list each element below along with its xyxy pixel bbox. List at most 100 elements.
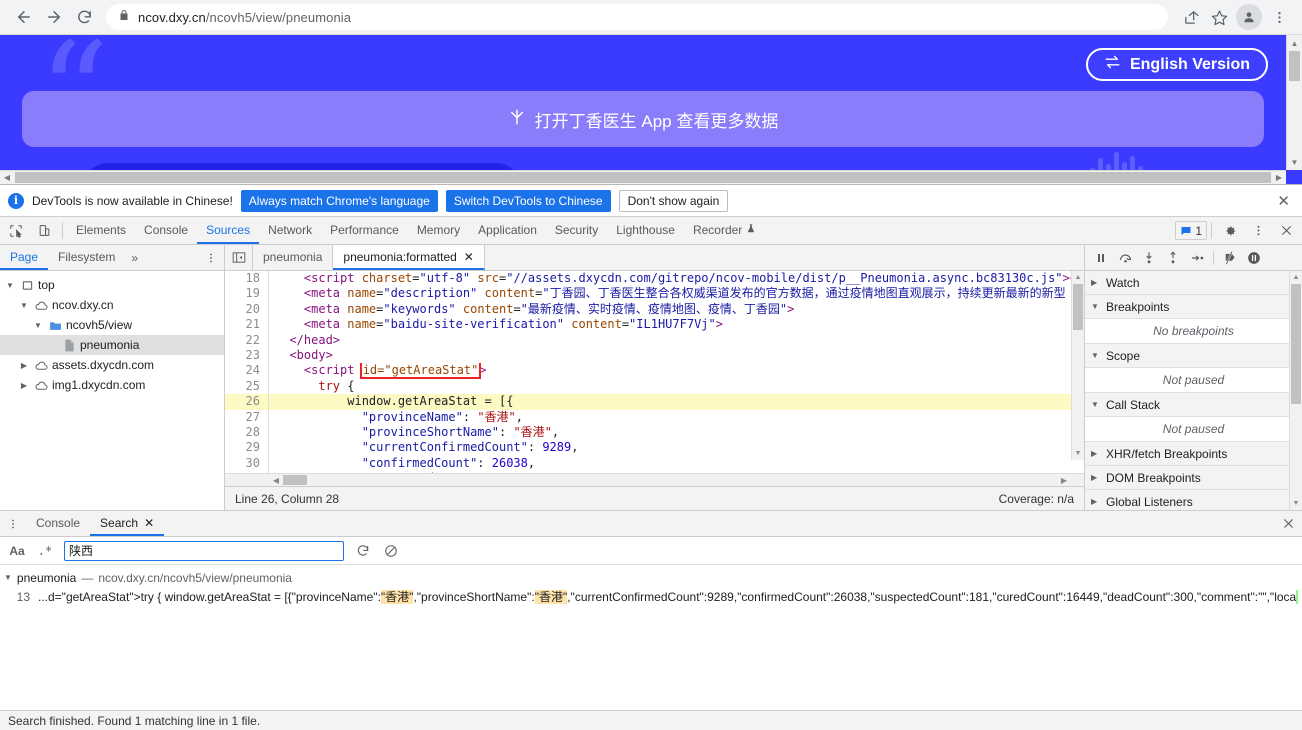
- editor-hscroll-thumb[interactable]: [283, 475, 307, 485]
- inspect-element-icon[interactable]: [2, 217, 30, 244]
- editor-tab-pneumonia-formatted[interactable]: pneumonia:formatted ✕: [333, 245, 485, 270]
- address-bar[interactable]: ncov.dxy.cn/ncovh5/view/pneumonia: [106, 4, 1168, 30]
- page-vertical-scrollbar[interactable]: ▲ ▼: [1286, 35, 1302, 170]
- code-line[interactable]: 29 "currentConfirmedCount": 9289,: [225, 440, 1084, 456]
- scroll-right-arrow-icon[interactable]: ▶: [1272, 173, 1286, 182]
- line-number[interactable]: 21: [225, 317, 269, 333]
- code-line[interactable]: 28 "provinceShortName": "香港",: [225, 424, 1084, 441]
- devtools-more-options-icon[interactable]: [1244, 217, 1272, 244]
- step-over-button[interactable]: [1114, 248, 1136, 268]
- infobar-close-icon[interactable]: ✕: [1273, 192, 1294, 210]
- tab-memory[interactable]: Memory: [408, 217, 469, 244]
- navigator-tab-filesystem[interactable]: Filesystem: [48, 245, 125, 270]
- drawer-tab-search[interactable]: Search ✕: [90, 511, 165, 536]
- code-scroll-area[interactable]: 18 <script charset="utf-8" src="//assets…: [225, 271, 1084, 473]
- line-number[interactable]: 23: [225, 347, 269, 364]
- editor-scroll-right-icon[interactable]: ▶: [1057, 476, 1071, 485]
- page-vscroll-thumb[interactable]: [1289, 51, 1300, 81]
- tab-console[interactable]: Console: [135, 217, 197, 244]
- line-number[interactable]: 26: [225, 394, 269, 410]
- chrome-menu-icon[interactable]: [1266, 4, 1292, 30]
- deactivate-breakpoints-button[interactable]: [1219, 248, 1241, 268]
- pane-scope[interactable]: ▼ Scope: [1085, 344, 1302, 368]
- show-navigator-icon[interactable]: [225, 245, 253, 270]
- search-input[interactable]: [64, 540, 344, 561]
- bookmark-star-icon[interactable]: [1206, 4, 1232, 30]
- tree-node-pneumonia[interactable]: pneumonia: [0, 335, 224, 355]
- code-editor[interactable]: 18 <script charset="utf-8" src="//assets…: [225, 271, 1084, 486]
- drawer-tab-close-icon[interactable]: ✕: [144, 516, 154, 530]
- code-line[interactable]: 26 window.getAreaStat = [{: [225, 394, 1084, 410]
- tree-node-ncovh5-view[interactable]: ▼ ncovh5/view: [0, 315, 224, 335]
- code-line[interactable]: 30 "confirmedCount": 26038,: [225, 455, 1084, 472]
- forward-button[interactable]: [40, 3, 68, 31]
- editor-tab-close-icon[interactable]: ✕: [464, 250, 474, 264]
- twisty-icon[interactable]: ▼: [18, 301, 30, 310]
- debugger-vscroll-thumb[interactable]: [1291, 284, 1301, 404]
- code-lines[interactable]: 18 <script charset="utf-8" src="//assets…: [225, 271, 1084, 473]
- code-line[interactable]: 25 try {: [225, 378, 1084, 395]
- pause-script-execution-button[interactable]: [1090, 248, 1112, 268]
- pane-xhr-fetch-breakpoints[interactable]: ▶ XHR/fetch Breakpoints: [1085, 442, 1302, 466]
- code-line[interactable]: 21 <meta name = "baidu-site-verification" …: [225, 317, 1084, 333]
- tree-node-ncov-dxy-cn[interactable]: ▼ ncov.dxy.cn: [0, 295, 224, 315]
- twisty-icon[interactable]: ▶: [18, 361, 30, 370]
- message-count-badge[interactable]: 1: [1175, 221, 1207, 240]
- line-number[interactable]: 24: [225, 363, 269, 379]
- tree-node-top[interactable]: ▼ top: [0, 275, 224, 295]
- tree-node-assets-dxycdn-com[interactable]: ▶ assets.dxycdn.com: [0, 355, 224, 375]
- step-button[interactable]: [1186, 248, 1208, 268]
- profile-avatar[interactable]: [1236, 4, 1262, 30]
- dont-show-again-button[interactable]: Don't show again: [618, 189, 729, 212]
- step-out-button[interactable]: [1162, 248, 1184, 268]
- pane-global-listeners[interactable]: ▶ Global Listeners: [1085, 490, 1302, 510]
- drawer-more-options-icon[interactable]: [0, 511, 26, 536]
- debugger-vertical-scrollbar[interactable]: ▲ ▼: [1289, 271, 1302, 510]
- tab-recorder[interactable]: Recorder: [684, 217, 765, 244]
- editor-scroll-left-icon[interactable]: ◀: [269, 476, 283, 485]
- line-number[interactable]: 28: [225, 424, 269, 441]
- page-horizontal-scrollbar[interactable]: ◀ ▶: [0, 170, 1286, 184]
- line-number[interactable]: 29: [225, 440, 269, 456]
- scroll-down-arrow-icon[interactable]: ▼: [1287, 154, 1302, 170]
- share-icon[interactable]: [1178, 4, 1204, 30]
- pause-on-exceptions-button[interactable]: [1243, 248, 1265, 268]
- tree-node-img1-dxycdn-com[interactable]: ▶ img1.dxycdn.com: [0, 375, 224, 395]
- reload-button[interactable]: [70, 3, 98, 31]
- editor-scroll-up-icon[interactable]: ▲: [1072, 271, 1084, 284]
- tab-network[interactable]: Network: [259, 217, 321, 244]
- tab-application[interactable]: Application: [469, 217, 546, 244]
- twisty-icon[interactable]: ▼: [4, 281, 16, 290]
- drawer-close-icon[interactable]: [1275, 511, 1302, 536]
- navigator-tab-page[interactable]: Page: [0, 245, 49, 270]
- tab-performance[interactable]: Performance: [321, 217, 408, 244]
- line-number[interactable]: 30: [225, 455, 269, 472]
- code-line[interactable]: 19 <meta name="description" content="丁香园…: [225, 286, 1084, 302]
- line-number[interactable]: 18: [225, 271, 269, 287]
- code-line[interactable]: 20 <meta name="keywords" content="最新疫情、实…: [225, 301, 1084, 318]
- twisty-icon[interactable]: ▼: [32, 321, 44, 330]
- refresh-icon[interactable]: [354, 544, 372, 558]
- step-into-button[interactable]: [1138, 248, 1160, 268]
- code-line[interactable]: 24 <script id="getAreaStat">: [225, 363, 1084, 379]
- editor-horizontal-scrollbar[interactable]: ◀ ▶: [225, 473, 1084, 486]
- tab-sources[interactable]: Sources: [197, 217, 260, 244]
- scroll-left-arrow-icon[interactable]: ◀: [0, 173, 14, 182]
- clear-icon[interactable]: [382, 544, 400, 558]
- tab-elements[interactable]: Elements: [67, 217, 135, 244]
- line-number[interactable]: 25: [225, 378, 269, 395]
- pane-dom-breakpoints[interactable]: ▶ DOM Breakpoints: [1085, 466, 1302, 490]
- pane-breakpoints[interactable]: ▼ Breakpoints: [1085, 295, 1302, 319]
- english-version-button[interactable]: English Version: [1085, 48, 1268, 81]
- editor-scroll-down-icon[interactable]: ▼: [1072, 447, 1084, 460]
- line-number[interactable]: 27: [225, 409, 269, 425]
- pane-watch[interactable]: ▶ Watch: [1085, 271, 1302, 295]
- code-line[interactable]: 23 <body>: [225, 347, 1084, 364]
- twisty-icon[interactable]: ▶: [18, 381, 30, 390]
- navigator-more-options-icon[interactable]: [198, 245, 224, 270]
- switch-to-chinese-button[interactable]: Switch DevTools to Chinese: [445, 189, 611, 212]
- line-number[interactable]: 20: [225, 301, 269, 318]
- device-toolbar-icon[interactable]: [30, 217, 58, 244]
- debugger-scroll-up-icon[interactable]: ▲: [1290, 271, 1302, 284]
- debugger-scroll-down-icon[interactable]: ▼: [1290, 497, 1302, 510]
